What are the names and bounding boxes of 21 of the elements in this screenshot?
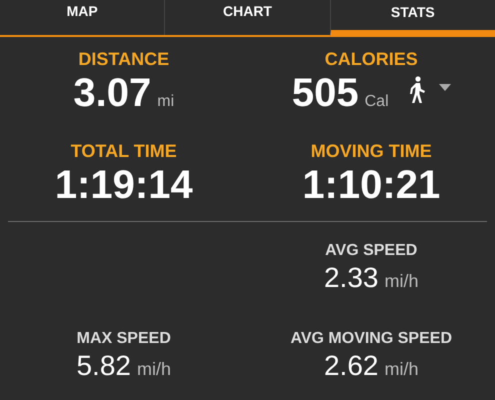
stat-label: AVG MOVING SPEED: [290, 330, 452, 348]
stat-label: AVG SPEED: [325, 242, 418, 260]
stat-label: TOTAL TIME: [70, 141, 177, 162]
stat-unit: mi/h: [384, 271, 418, 292]
stat-unit: mi: [157, 93, 174, 111]
stat-value: 3.07: [73, 70, 152, 116]
stat-unit: mi/h: [136, 359, 171, 380]
stat-label: CALORIES: [324, 49, 418, 70]
caret-icon: [438, 84, 451, 91]
tab[interactable]: STATS: [330, 0, 495, 37]
stat-unit: mi/h: [384, 359, 418, 380]
stat-value: 5.82: [76, 349, 131, 383]
stat-value: 2.33: [324, 261, 378, 295]
stat-value: 2.62: [324, 349, 378, 383]
stat-value: 1:19:14: [54, 162, 193, 208]
stat-unit: Cal: [364, 93, 389, 111]
stat-label: MAX SPEED: [76, 330, 171, 348]
stat-label: MOVING TIME: [310, 141, 432, 162]
stat-label: DISTANCE: [78, 49, 170, 70]
stat-value: 1:10:21: [302, 162, 440, 208]
stat-value: 505: [292, 70, 359, 116]
